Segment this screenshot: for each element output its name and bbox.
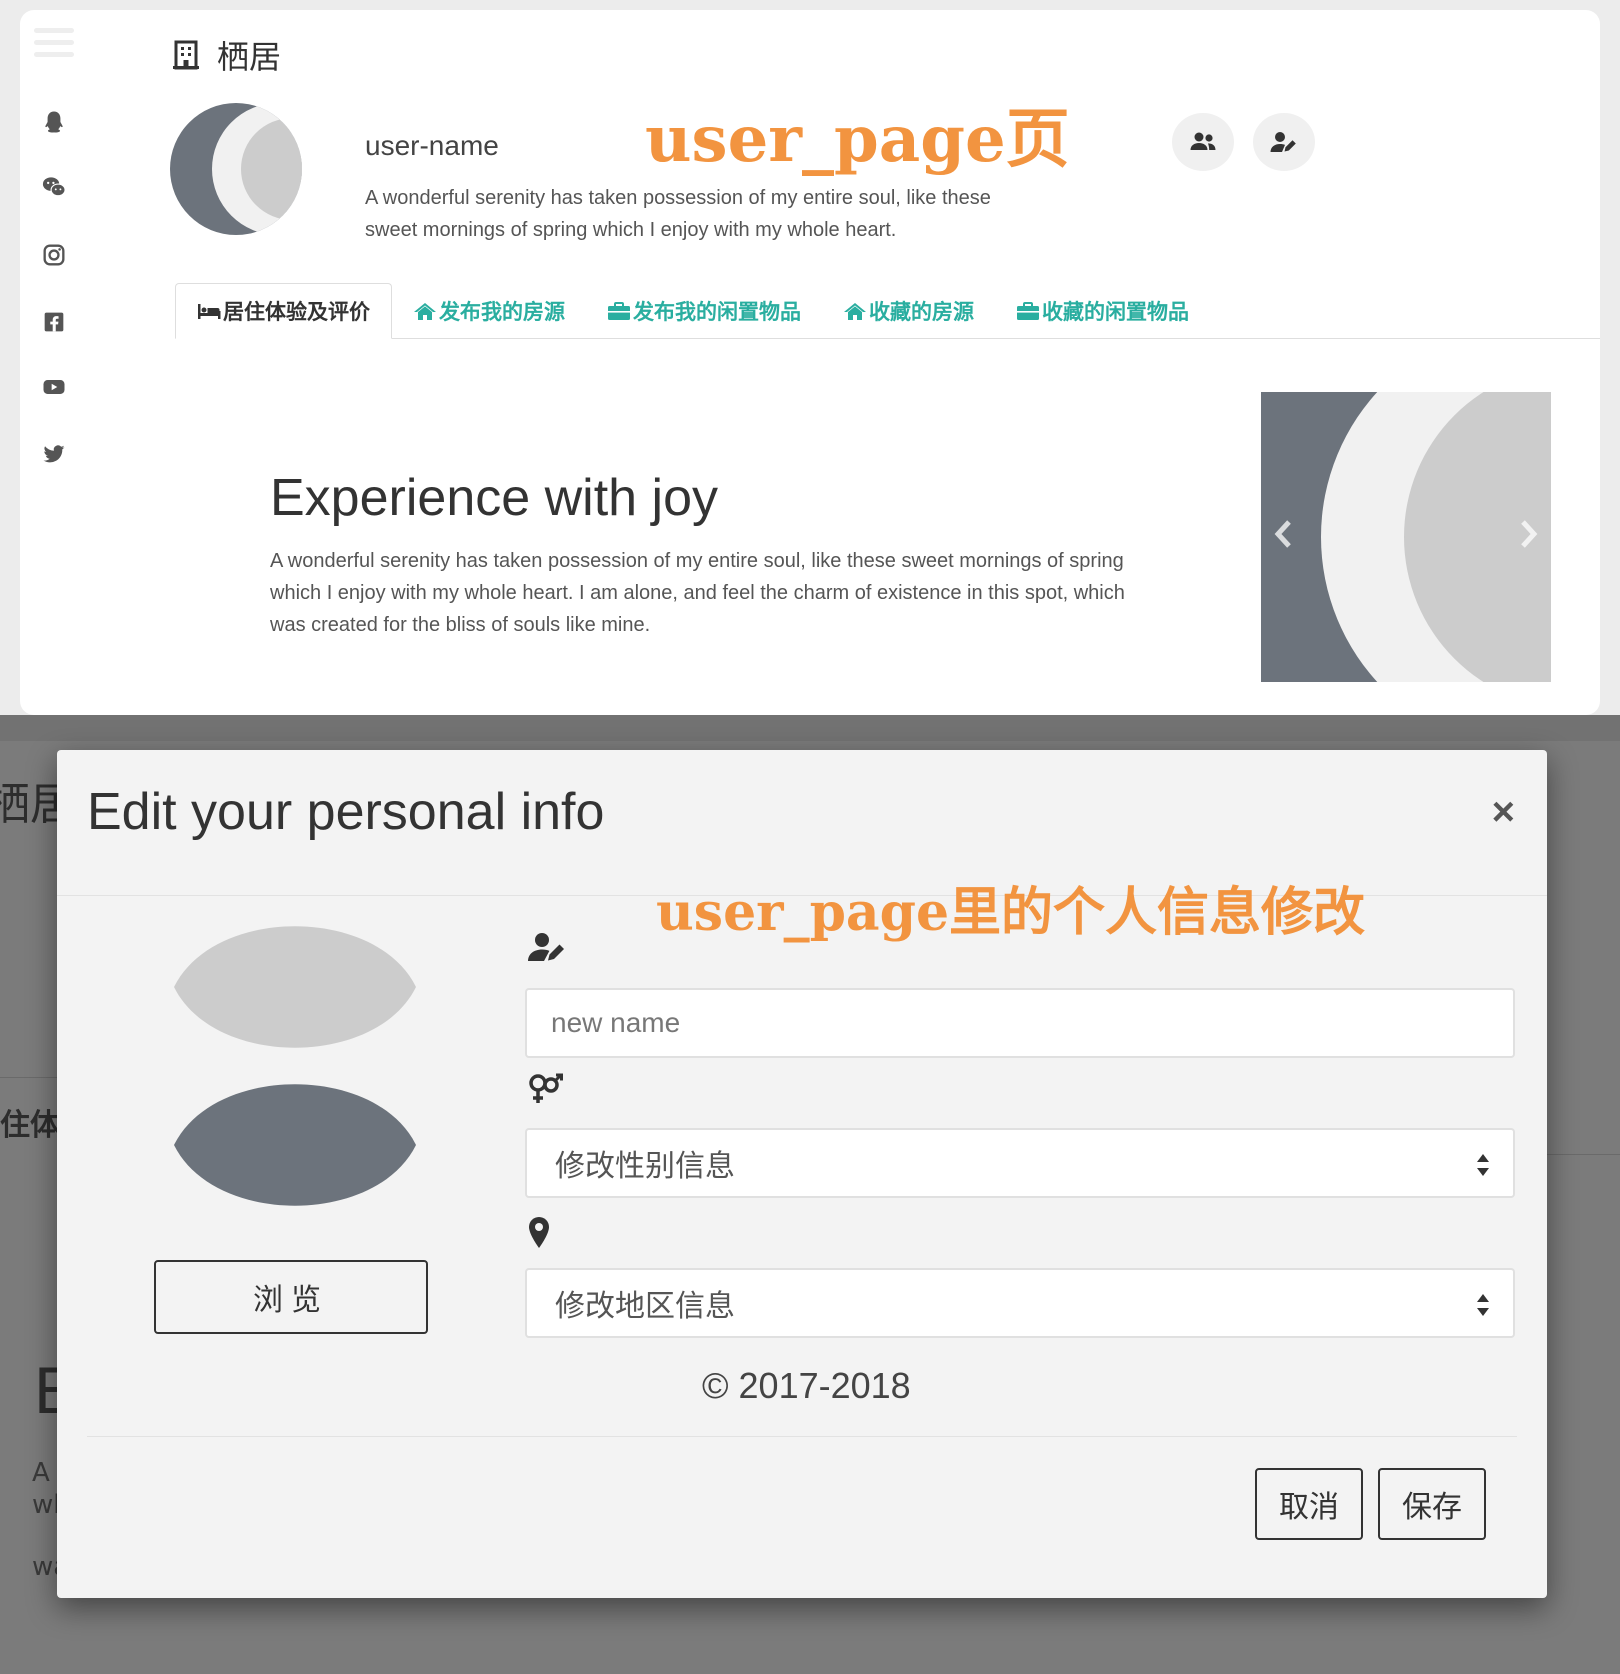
user-avatar: [170, 103, 302, 235]
gender-select-value: 修改性别信息: [555, 1149, 735, 1184]
modal-footer-divider: [87, 1436, 1517, 1437]
facebook-icon[interactable]: [40, 308, 68, 336]
section-title: Experience with joy: [270, 469, 718, 527]
user-bio: A wonderful serenity has taken possessio…: [365, 187, 991, 241]
hamburger-menu-icon[interactable]: [34, 28, 74, 68]
tab-label: 发布我的房源: [439, 300, 565, 324]
tab-label: 居住体验及评价: [223, 300, 370, 324]
carousel-next-icon[interactable]: [1513, 514, 1543, 554]
bg-text-fragment-3: wa: [32, 1552, 57, 1582]
image-carousel: [1261, 392, 1551, 682]
backdrop-strip: [0, 715, 1620, 741]
region-select[interactable]: 修改地区信息: [525, 1268, 1515, 1338]
carousel-image: [1261, 392, 1551, 682]
social-sidebar: [20, 10, 90, 715]
bg-tab-divider: [1547, 1154, 1620, 1155]
new-name-input[interactable]: [525, 988, 1515, 1058]
friends-button[interactable]: [1172, 113, 1234, 171]
avatar-preview-light: [174, 926, 416, 1048]
bg-text-fragment-1: A: [32, 1458, 50, 1488]
wechat-icon[interactable]: [40, 173, 68, 201]
bg-brand-text: 栖居: [0, 779, 57, 830]
save-button[interactable]: 保存: [1378, 1468, 1486, 1540]
modal-title: Edit your personal info: [87, 783, 605, 841]
tab-post-listing[interactable]: 发布我的房源: [392, 283, 586, 339]
user-name: user-name: [365, 130, 499, 161]
tab-saved-listings[interactable]: 收藏的房源: [822, 283, 995, 339]
tab-label: 收藏的房源: [869, 300, 974, 324]
user-page-panel: 栖居 user-name A wonderful serenity has ta…: [20, 10, 1600, 715]
tab-label: 发布我的闲置物品: [633, 300, 801, 324]
user-edit-icon: [527, 930, 567, 964]
select-caret-icon: [1477, 1294, 1489, 1316]
edit-profile-button[interactable]: [1253, 113, 1315, 171]
youtube-icon[interactable]: [40, 373, 68, 401]
carousel-prev-icon[interactable]: [1269, 514, 1299, 554]
user-edit-icon: [1270, 132, 1296, 152]
edit-info-modal: Edit your personal info × user_page里的个人信…: [57, 750, 1547, 1598]
home-icon: [413, 301, 437, 321]
close-button[interactable]: ×: [1492, 792, 1515, 832]
select-caret-icon: [1477, 1154, 1489, 1176]
copyright: © 2017-2018: [702, 1365, 911, 1406]
twitter-icon[interactable]: [40, 440, 68, 468]
tab-label: 收藏的闲置物品: [1042, 300, 1189, 324]
map-marker-icon: [527, 1216, 567, 1250]
bg-brand-fragment: 栖居: [0, 768, 57, 832]
gender-icon: [527, 1072, 567, 1106]
cancel-button[interactable]: 取消: [1255, 1468, 1363, 1540]
avatar-preview-dark: [174, 1084, 416, 1206]
gender-select[interactable]: 修改性别信息: [525, 1128, 1515, 1198]
bg-tab-fragment: 住体: [0, 1108, 60, 1143]
browse-button[interactable]: 浏览: [154, 1260, 428, 1334]
annotation-user-page: user_page页: [645, 102, 1070, 177]
briefcase-icon: [607, 301, 631, 321]
annotation-edit-info: user_page里的个人信息修改: [656, 882, 1366, 943]
profile-tabs: 居住体验及评价 发布我的房源 发布我的闲置物品 收藏的房源 收藏的闲置物品: [175, 283, 1600, 339]
bed-icon: [197, 301, 221, 321]
section-text: A wonderful serenity has taken possessio…: [270, 550, 1125, 636]
tab-experience-reviews[interactable]: 居住体验及评价: [175, 283, 392, 339]
tab-post-items[interactable]: 发布我的闲置物品: [586, 283, 822, 339]
brand-name: 栖居: [217, 38, 282, 76]
briefcase-icon: [1016, 301, 1040, 321]
region-select-value: 修改地区信息: [555, 1289, 735, 1324]
brand[interactable]: 栖居: [173, 32, 281, 78]
building-icon: [173, 40, 199, 70]
instagram-icon[interactable]: [40, 241, 68, 269]
users-icon: [1190, 132, 1216, 150]
tab-saved-items[interactable]: 收藏的闲置物品: [995, 283, 1210, 339]
bg-divider: [0, 1077, 57, 1078]
home-icon: [843, 301, 867, 321]
bg-text-fragment-2: wh: [32, 1490, 57, 1520]
qq-icon[interactable]: [40, 108, 68, 136]
